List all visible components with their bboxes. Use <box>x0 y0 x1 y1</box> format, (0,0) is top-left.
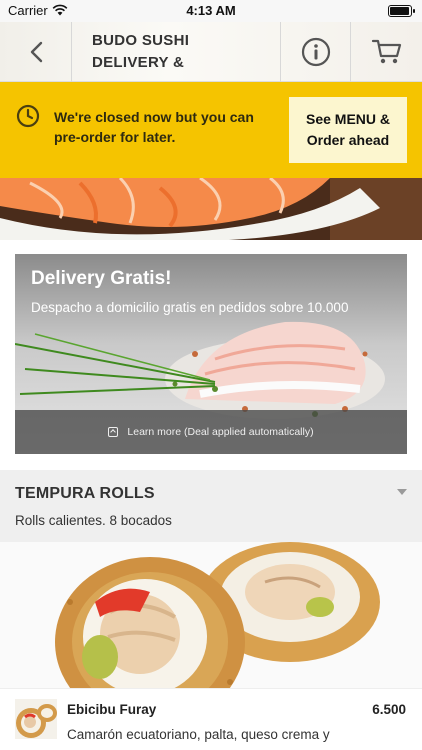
deal-learn-more[interactable]: Learn more (Deal applied automatically) <box>15 410 407 454</box>
preorder-button-line2: Order ahead <box>306 132 390 148</box>
item-thumbnail <box>15 699 57 739</box>
category-image <box>0 542 422 688</box>
deal-footer-text: Learn more (Deal applied automatically) <box>127 426 314 438</box>
category-subtitle: Rolls calientes. 8 bocados <box>15 513 172 528</box>
category-header[interactable]: TEMPURA ROLLS Rolls calientes. 8 bocados <box>0 470 422 542</box>
deal-card[interactable]: Delivery Gratis! Despacho a domicilio gr… <box>15 254 407 454</box>
status-bar: Carrier 4:13 AM <box>0 0 422 22</box>
cart-button[interactable] <box>351 22 422 82</box>
item-description: Camarón ecuatoriano, palta, queso crema … <box>67 727 330 742</box>
clock-icon <box>16 104 40 128</box>
status-time: 4:13 AM <box>186 3 236 18</box>
see-menu-order-ahead-button[interactable]: See MENU & Order ahead <box>289 97 407 163</box>
expand-icon <box>108 427 119 437</box>
battery-icon <box>388 5 415 17</box>
restaurant-title: BUDO SUSHI DELIVERY & <box>92 30 272 76</box>
restaurant-hero-image <box>0 178 422 240</box>
info-button[interactable] <box>280 22 351 82</box>
deal-title: Delivery Gratis! <box>31 268 172 289</box>
restaurant-title-line2: DELIVERY & <box>92 54 185 71</box>
battery-level <box>390 7 409 15</box>
preorder-button-line1: See MENU & <box>305 111 391 127</box>
chevron-left-icon <box>30 41 42 63</box>
closed-message: We're closed now but you can pre-order f… <box>54 109 254 145</box>
item-name: Ebicibu Furay <box>67 702 157 717</box>
info-icon <box>301 37 330 67</box>
back-button[interactable] <box>0 22 72 82</box>
menu-item[interactable]: Ebicibu Furay 6.500 Camarón ecuatoriano,… <box>0 688 422 750</box>
category-title: TEMPURA ROLLS <box>15 485 155 502</box>
cart-icon <box>371 39 401 64</box>
restaurant-title-line1: BUDO SUSHI <box>92 32 190 49</box>
item-price: 6.500 <box>372 702 406 717</box>
app-header: BUDO SUSHI DELIVERY & <box>0 22 422 82</box>
closed-banner: We're closed now but you can pre-order f… <box>0 82 422 178</box>
deal-subtitle: Despacho a domicilio gratis en pedidos s… <box>31 300 349 315</box>
chevron-down-icon[interactable] <box>397 489 407 495</box>
